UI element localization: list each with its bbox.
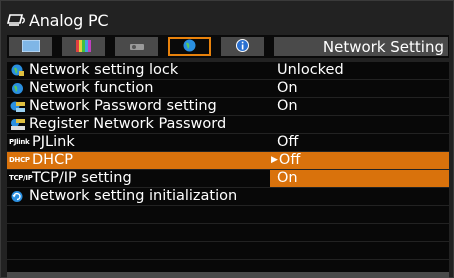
password-icon	[9, 100, 26, 113]
list-item-value: Off	[277, 134, 299, 150]
color-bars-icon	[76, 37, 91, 56]
menu-tab-bar: Network Setting	[7, 35, 449, 58]
list-item-network-setting-lock[interactable]: Network setting lock Unlocked	[7, 62, 449, 79]
tab-network[interactable]	[168, 37, 211, 56]
network-globe-icon	[183, 37, 196, 56]
projector-icon	[129, 37, 145, 56]
list-item-tcpip-setting[interactable]: TCP/IP TCP/IP setting On	[7, 170, 449, 187]
network-lock-icon	[9, 64, 26, 77]
list-item-dhcp[interactable]: DHCP DHCP ▶ Off	[7, 152, 449, 169]
footer-bar	[7, 272, 449, 278]
list-item-value[interactable]: On	[270, 170, 449, 187]
network-settings-list: Network setting lock Unlocked Network fu…	[7, 62, 449, 278]
list-item-label: TCP/IP setting	[32, 170, 132, 186]
list-item-label: PJLink	[32, 134, 75, 150]
input-source-header: Analog PC	[6, 9, 109, 31]
tab-setup[interactable]	[115, 37, 158, 56]
osd-menu-window: Analog PC Network Setting Network settin…	[0, 0, 454, 278]
list-item-value: Unlocked	[277, 62, 344, 78]
list-item-label: Network function	[29, 80, 154, 96]
tab-picture[interactable]	[9, 37, 52, 56]
pjlink-icon: PJlink	[9, 138, 30, 146]
dhcp-icon: DHCP	[9, 156, 30, 164]
list-item-network-password-setting[interactable]: Network Password setting On	[7, 98, 449, 115]
list-item-label: DHCP	[32, 152, 73, 168]
list-item-label: Network setting lock	[29, 62, 179, 78]
list-item-label: Register Network Password	[29, 116, 227, 132]
selection-arrow-icon: ▶	[271, 155, 278, 165]
initialize-icon	[9, 190, 26, 203]
empty-row	[7, 206, 449, 223]
list-item-value: On	[277, 98, 298, 114]
register-password-icon	[9, 118, 26, 131]
analog-pc-icon	[6, 12, 27, 28]
list-item-register-network-password[interactable]: Register Network Password	[7, 116, 449, 133]
dhcp-value: Off	[278, 152, 301, 168]
tab-information[interactable]	[221, 37, 264, 56]
list-item-label: Network Password setting	[29, 98, 217, 114]
list-item-network-setting-initialization[interactable]: Network setting initialization	[7, 188, 449, 205]
tab-color[interactable]	[62, 37, 105, 56]
input-source-title: Analog PC	[29, 10, 109, 30]
list-item-label: Network setting initialization	[29, 188, 238, 204]
list-item-value	[270, 188, 449, 205]
empty-row	[7, 242, 449, 259]
info-icon	[236, 37, 249, 56]
menu-title: Network Setting	[274, 37, 448, 56]
tcpip-icon: TCP/IP	[9, 174, 33, 182]
list-item-value: ▶ Off	[270, 152, 449, 169]
picture-icon	[21, 37, 40, 56]
list-item-pjlink[interactable]: PJlink PJLink Off	[7, 134, 449, 151]
empty-row	[7, 224, 449, 241]
list-item-value: On	[277, 80, 298, 96]
globe-icon	[9, 82, 26, 95]
list-item-network-function[interactable]: Network function On	[7, 80, 449, 97]
list-item-value	[270, 116, 449, 133]
